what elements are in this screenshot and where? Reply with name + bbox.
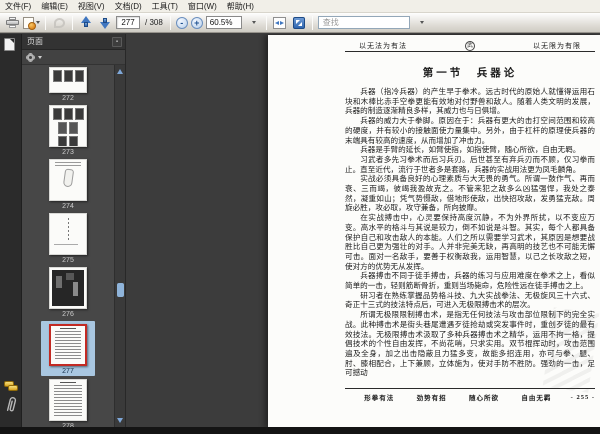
menu-bar: 文件(F) 编辑(E) 视图(V) 文档(D) 工具(T) 窗口(W) 帮助(H) — [0, 0, 600, 13]
thumbnail-image[interactable] — [49, 105, 87, 147]
chevron-down-icon — [36, 21, 40, 24]
toolbar-separator — [311, 15, 313, 30]
search-input[interactable]: 查找 — [317, 16, 410, 29]
fit-width-button[interactable] — [272, 15, 288, 31]
navigation-strip — [0, 34, 22, 427]
menu-item[interactable]: 工具(T) — [152, 1, 178, 12]
pages-panel: 页面 ▪ 272 273 274 275 276 277 278 — [22, 34, 126, 427]
thumbnail-page-label: 276 — [62, 311, 74, 318]
menu-item[interactable]: 帮助(H) — [227, 1, 254, 12]
footer-phrase: 随心所欲 — [469, 395, 500, 402]
toolbar-separator — [169, 15, 171, 30]
page-number-label: - 255 - — [570, 393, 595, 401]
scroll-down-icon[interactable] — [117, 418, 123, 423]
page-thumbnail-274[interactable]: 274 — [49, 159, 87, 210]
thumbnail-image[interactable] — [49, 159, 87, 201]
main-area: 页面 ▪ 272 273 274 275 276 277 278 以无法为有法 — [0, 34, 600, 427]
running-footer: 形拳有法 劲势有招 随心所欲 自由无羁 - 255 - — [345, 388, 595, 402]
chevron-down-icon[interactable] — [38, 55, 42, 59]
next-page-button[interactable] — [97, 15, 113, 31]
menu-item[interactable]: 文档(D) — [115, 1, 142, 12]
chevron-down-icon — [419, 21, 424, 24]
paragraph: 实战必须具备良好的心理素质与大无畏的勇气。所谓一鼓作气、再而衰、三而竭，彼竭我盈… — [345, 174, 595, 213]
page-number-input[interactable]: 277 — [116, 16, 140, 29]
search-options-button[interactable] — [413, 15, 429, 31]
paragraph: 兵器的威力大于拳脚。原因在于：兵器有更大的击打空间范围和较高的硬度，并有较小的接… — [345, 116, 595, 145]
page-thumbnail-277[interactable]: 277 — [41, 321, 95, 376]
previous-view-button[interactable] — [51, 15, 67, 31]
arrow-down-icon — [99, 16, 112, 29]
toolbar-separator — [72, 15, 73, 30]
zoom-in-button[interactable]: + — [190, 16, 203, 29]
thumbnail-page-label: 274 — [62, 203, 74, 210]
paragraph: 兵器（指冷兵器）的产生早于拳术。远古时代的原始人就懂得运用石块和木棒比赤手空拳更… — [345, 87, 595, 116]
previous-page-button[interactable] — [78, 15, 94, 31]
panel-options-button[interactable]: ▪ — [112, 36, 122, 47]
scroll-up-icon[interactable] — [117, 69, 123, 74]
header-right-motto: 以无限为有限 — [533, 41, 581, 50]
thumbnail-image[interactable] — [49, 324, 87, 366]
menu-item[interactable]: 窗口(W) — [188, 1, 217, 12]
thumbnail-image[interactable] — [49, 213, 87, 255]
running-header: 以无法为有法 武 以无限为有限 — [345, 40, 595, 52]
pages-tab-icon[interactable] — [4, 38, 15, 51]
paragraph: 兵器是手臂的延长，如臂使指，如指使臂，随心所欲，自由无羁。 — [360, 145, 581, 155]
menu-item[interactable]: 文件(F) — [5, 1, 31, 12]
pages-panel-title: 页面 — [27, 37, 43, 46]
gear-icon[interactable] — [27, 53, 34, 61]
page-total-label: / 308 — [145, 18, 163, 27]
fullscreen-icon — [292, 16, 305, 29]
pages-panel-header: 页面 ▪ — [22, 34, 125, 50]
bottom-bar — [0, 427, 600, 434]
thumbnail-image[interactable] — [49, 267, 87, 309]
paragraph: 兵器搏击不同于徒手搏击，兵器的练习与应用难度在拳术之上，看似简单的一击，轻则筋断… — [345, 271, 595, 291]
paragraph: 在实战搏击中，心灵要保持高度沉静，不为外界所扰，以不变应万变。高水平的格斗与其说… — [345, 213, 595, 271]
toolbar-separator — [45, 15, 46, 30]
thumbnail-page-label: 275 — [62, 257, 74, 264]
thumbnail-page-label: 273 — [62, 149, 74, 156]
thumbnail-page-label: 272 — [62, 95, 74, 102]
thumbnail-list: 272 273 274 275 276 277 278 — [22, 65, 114, 427]
emblem-icon: 武 — [465, 40, 475, 51]
document-page: 以无法为有法 武 以无限为有限 第一节 兵器论 兵器（指冷兵器）的产生早于拳术。… — [268, 35, 600, 427]
footer-phrase: 劲势有招 — [416, 395, 447, 402]
scrollbar-thumb[interactable] — [117, 283, 124, 297]
zoom-dropdown-button[interactable] — [245, 15, 261, 31]
footer-phrase: 自由无羁 — [521, 395, 552, 402]
zoom-out-button[interactable]: - — [175, 16, 188, 29]
pdf-reader-window: 文件(F) 编辑(E) 视图(V) 文档(D) 工具(T) 窗口(W) 帮助(H) 277 … — [0, 0, 600, 434]
toolbar: 277 / 308 - + 60.5% 查找 — [0, 13, 600, 33]
document-view[interactable]: 以无法为有法 武 以无限为有限 第一节 兵器论 兵器（指冷兵器）的产生早于拳术。… — [126, 34, 600, 427]
fit-width-icon — [273, 16, 287, 29]
comments-icon[interactable] — [4, 381, 18, 391]
thumbnail-image[interactable] — [49, 379, 87, 421]
zoom-level-input[interactable]: 60.5% — [205, 16, 242, 29]
footer-phrases: 形拳有法 劲势有招 随心所欲 自由无羁 — [345, 392, 571, 402]
header-left-motto: 以无法为有法 — [359, 41, 407, 50]
previous-view-icon — [53, 17, 65, 28]
export-icon — [23, 16, 36, 30]
fullscreen-button[interactable] — [291, 15, 307, 31]
thumbnail-page-label: 277 — [62, 368, 74, 375]
section-title: 第一节 兵器论 — [422, 68, 518, 79]
printer-icon — [5, 17, 19, 28]
paperclip-icon[interactable] — [5, 395, 18, 415]
print-button[interactable] — [4, 15, 20, 31]
menu-item[interactable]: 视图(V) — [78, 1, 105, 12]
page-thumbnail-276[interactable]: 276 — [49, 267, 87, 318]
paragraph: 习武者多先习拳术而后习兵刃。后世甚至有弃兵刃而不顾，仅习拳而止。直至近代，流行于… — [345, 154, 595, 174]
export-button[interactable] — [23, 15, 40, 31]
page-thumbnail-273[interactable]: 273 — [49, 105, 87, 156]
page-thumbnail-275[interactable]: 275 — [49, 213, 87, 264]
page-thumbnail-278[interactable]: 278 — [49, 379, 87, 427]
menu-item[interactable]: 编辑(E) — [41, 1, 68, 12]
sidebar-scrollbar[interactable] — [114, 65, 125, 427]
toolbar-separator — [265, 15, 267, 30]
panel-toolbar — [22, 50, 125, 65]
thumbnail-image[interactable] — [49, 67, 87, 93]
footer-phrase: 形拳有法 — [364, 395, 395, 402]
page-thumbnail-272[interactable]: 272 — [49, 67, 87, 102]
arrow-up-icon — [80, 16, 93, 29]
chevron-down-icon — [251, 21, 256, 24]
